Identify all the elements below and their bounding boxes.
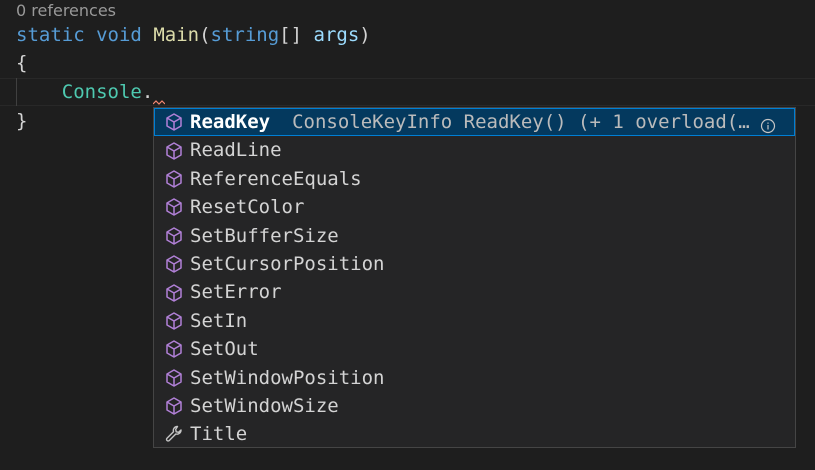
suggest-item-label: SetCursorPosition: [190, 252, 385, 275]
close-brace: }: [16, 110, 28, 132]
code-line-2: {: [16, 49, 27, 77]
method-icon: [163, 395, 185, 417]
suggest-item-label: ResetColor: [190, 196, 305, 219]
suggest-item-setbuffersize[interactable]: SetBufferSize: [154, 222, 795, 250]
suggest-item-label: SetOut: [190, 338, 259, 361]
parameter-args: args: [313, 24, 360, 46]
suggest-item-label: Title: [190, 423, 248, 446]
suggest-item-readkey[interactable]: ReadKey ConsoleKeyInfo ReadKey() (+ 1 ove…: [154, 108, 795, 137]
method-icon: [163, 367, 185, 389]
method-icon: [163, 282, 185, 304]
suggest-item-label: ReferenceEquals: [190, 167, 362, 190]
suggest-item-seterror[interactable]: SetError: [154, 278, 795, 306]
suggest-item-referenceequals[interactable]: ReferenceEquals: [154, 165, 795, 193]
method-icon: [163, 196, 185, 218]
method-icon: [163, 338, 185, 360]
suggest-item-label: ReadLine: [190, 139, 282, 162]
suggest-item-title[interactable]: Title: [154, 420, 795, 447]
method-icon: [163, 253, 185, 275]
indentation: [16, 81, 62, 103]
keyword-static: static: [16, 24, 85, 46]
suggest-item-setcursorposition[interactable]: SetCursorPosition: [154, 250, 795, 278]
suggest-item-label: ReadKey: [190, 111, 271, 133]
suggest-item-label: SetWindowPosition: [190, 366, 385, 389]
suggest-item-label: SetError: [190, 281, 282, 304]
close-paren: ): [359, 24, 371, 46]
suggest-item-label: SetBufferSize: [190, 224, 339, 247]
suggest-item-setin[interactable]: SetIn: [154, 307, 795, 335]
codelens-references[interactable]: 0 references: [16, 0, 116, 22]
method-icon: [163, 140, 185, 162]
suggest-item-resetcolor[interactable]: ResetColor: [154, 193, 795, 221]
open-brace: {: [16, 52, 28, 74]
keyword-void: void: [96, 24, 142, 46]
info-icon[interactable]: [760, 114, 776, 134]
intellisense-suggest-widget[interactable]: ReadKey ConsoleKeyInfo ReadKey() (+ 1 ove…: [153, 107, 796, 448]
suggest-item-setwindowsize[interactable]: SetWindowSize: [154, 392, 795, 420]
suggest-item-label: SetWindowSize: [190, 394, 339, 417]
property-wrench-icon: [163, 423, 185, 445]
suggest-item-readline[interactable]: ReadLine: [154, 136, 795, 164]
suggest-item-setwindowposition[interactable]: SetWindowPosition: [154, 364, 795, 392]
code-line-1: static void Main(string[] args): [16, 21, 371, 49]
array-brackets: []: [279, 24, 303, 46]
suggest-item-label: SetIn: [190, 309, 248, 332]
method-icon: [163, 111, 185, 133]
keyword-string: string: [210, 24, 280, 46]
suggest-list[interactable]: ReadKey ConsoleKeyInfo ReadKey() (+ 1 ove…: [154, 108, 795, 447]
suggest-item-detail: ConsoleKeyInfo ReadKey() (+ 1 overload(…: [292, 111, 750, 133]
suggest-item-setout[interactable]: SetOut: [154, 335, 795, 363]
error-squiggle: [153, 78, 166, 106]
method-icon: [163, 225, 185, 247]
method-name: Main: [153, 24, 200, 46]
member-access-dot: .: [141, 81, 154, 103]
method-icon: [163, 310, 185, 332]
code-editor[interactable]: 0 references static void Main(string[] a…: [0, 0, 815, 470]
code-line-3: Console.: [16, 78, 166, 106]
code-line-4: }: [16, 107, 27, 135]
method-icon: [163, 168, 185, 190]
open-paren: (: [199, 24, 211, 46]
class-console: Console: [61, 81, 142, 103]
